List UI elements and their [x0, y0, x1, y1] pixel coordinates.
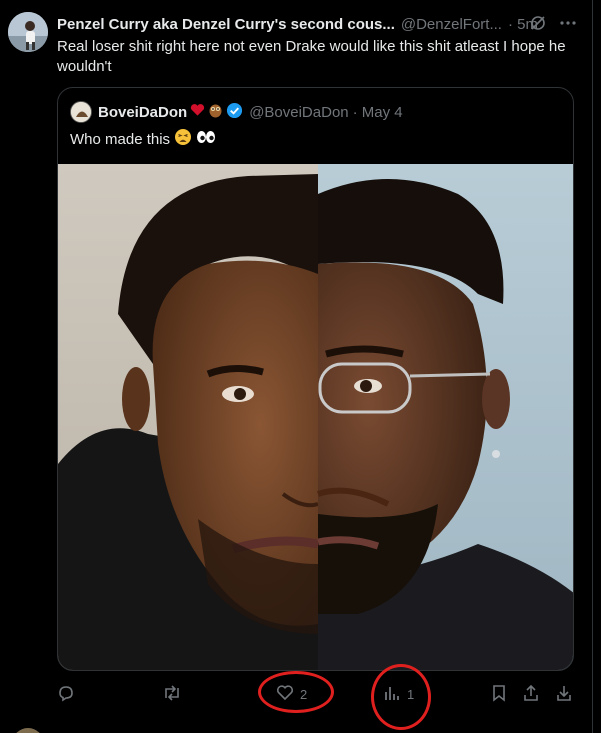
bookmark-icon [491, 684, 507, 705]
share-button[interactable] [522, 680, 540, 708]
quoted-header: BoveiDaDon @BoveiDaDon · May 4 [70, 100, 403, 124]
red-heart-icon [190, 103, 205, 121]
quoted-text-row: Who made this [70, 128, 216, 150]
quoted-text: Who made this [70, 130, 171, 148]
grok-icon[interactable] [529, 14, 547, 37]
quoted-date[interactable]: · May 4 [353, 104, 403, 121]
quoted-avatar[interactable] [70, 101, 92, 123]
author-handle[interactable]: @DenzelFort... [401, 16, 502, 33]
quoted-media-image[interactable] [58, 164, 573, 670]
header-actions [529, 14, 577, 37]
next-tweet-edge [0, 723, 592, 733]
verified-badge-icon [226, 102, 243, 123]
tired-face-emoji-icon [174, 128, 192, 150]
eyes-emoji-icon [196, 129, 216, 149]
bookmark-button[interactable] [491, 680, 507, 708]
quoted-author-name[interactable]: BoveiDaDon [98, 104, 187, 121]
quoted-author-handle[interactable]: @BoveiDaDon [249, 104, 348, 121]
views-highlight-circle [371, 664, 431, 730]
owl-icon [208, 102, 223, 122]
reply-icon [57, 684, 75, 705]
author-avatar[interactable] [8, 12, 48, 52]
column-divider [592, 0, 593, 733]
reply-button[interactable] [57, 680, 81, 708]
download-icon [555, 684, 573, 705]
repost-icon [162, 684, 182, 705]
author-name[interactable]: Penzel Curry aka Denzel Curry's second c… [57, 16, 395, 33]
tweet-header: Penzel Curry aka Denzel Curry's second c… [57, 14, 577, 34]
quoted-tweet[interactable]: BoveiDaDon @BoveiDaDon · May 4 Who made … [57, 87, 574, 671]
tweet-text: Real loser shit right here not even Drak… [57, 38, 566, 75]
like-highlight-circle [258, 671, 334, 713]
download-button[interactable] [555, 680, 573, 708]
more-icon[interactable] [559, 14, 577, 37]
repost-button[interactable] [162, 680, 188, 708]
share-icon [522, 684, 540, 705]
